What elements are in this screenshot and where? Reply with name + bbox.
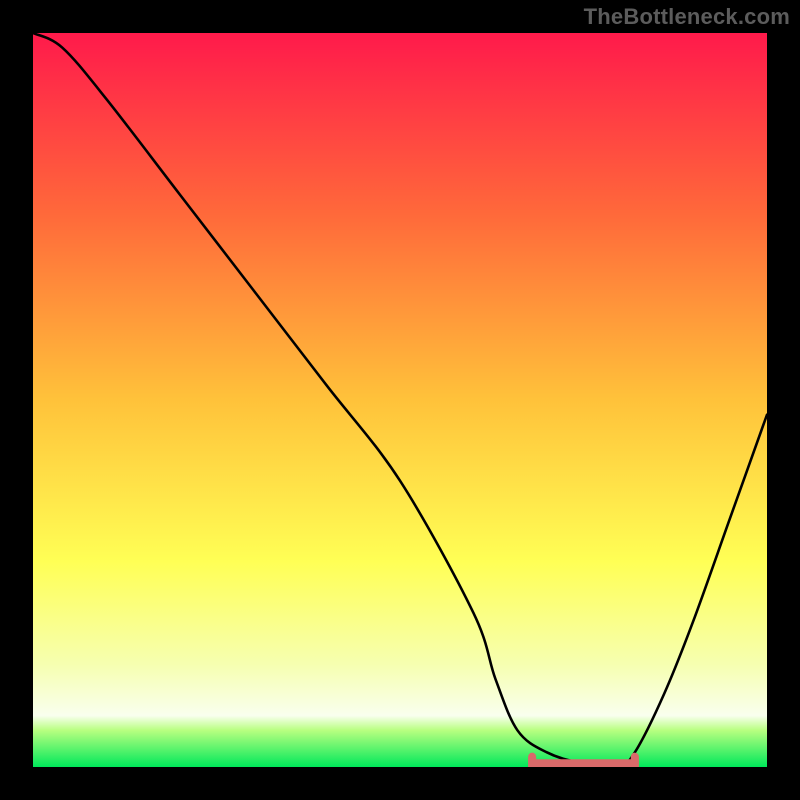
chart-frame: TheBottleneck.com [0, 0, 800, 800]
bottleneck-curve [33, 33, 767, 767]
plot-area [33, 33, 767, 767]
watermark-text: TheBottleneck.com [584, 4, 790, 30]
valley-marker [532, 757, 635, 767]
